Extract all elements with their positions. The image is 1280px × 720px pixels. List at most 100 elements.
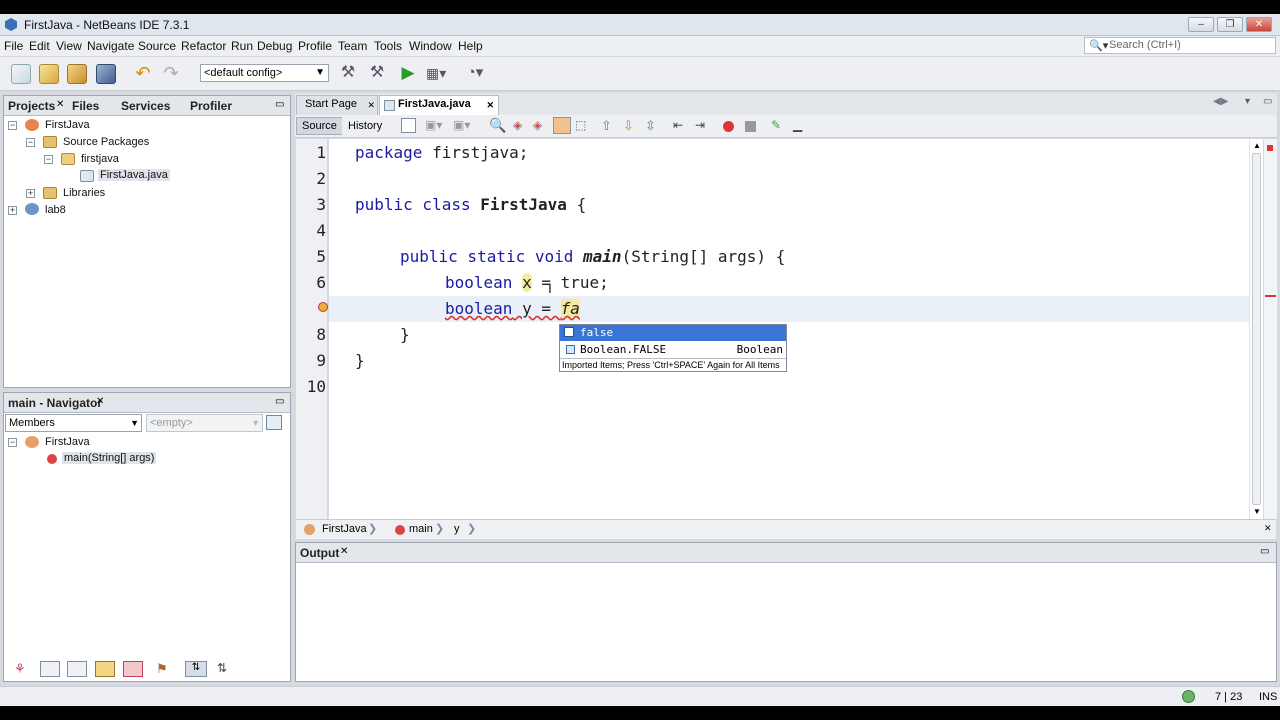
save-all-icon[interactable] (96, 64, 116, 84)
shift-left-icon[interactable]: ⇤ (673, 118, 683, 132)
find-previous-icon[interactable]: ◈ (513, 118, 522, 132)
history-button[interactable]: History (342, 117, 389, 135)
scroll-down-icon[interactable]: ▼ (1253, 507, 1261, 516)
tab-files[interactable]: Files (72, 99, 99, 113)
expand-icon[interactable]: + (26, 189, 35, 198)
shift-right-icon[interactable]: ⇥ (695, 118, 705, 132)
minimize-panel-icon[interactable]: ▭ (1260, 546, 1269, 557)
expand-icon[interactable]: + (8, 206, 17, 215)
next-bookmark-icon[interactable]: ⇩ (623, 118, 634, 134)
toggle-rect-selection-icon[interactable]: ⬚ (575, 118, 586, 132)
menu-debug[interactable]: Debug (257, 39, 292, 53)
profile-icon[interactable]: ◔▾ (465, 64, 485, 84)
output-title[interactable]: Output (300, 546, 339, 560)
menu-edit[interactable]: Edit (29, 39, 50, 53)
show-opened-documents-icon[interactable]: ▾ (1245, 96, 1250, 107)
back-icon[interactable]: ▣▾ (425, 118, 442, 132)
close-icon[interactable]: ✕ (367, 100, 375, 111)
search-input[interactable]: 🔍▾ Search (Ctrl+I) (1084, 37, 1276, 54)
menu-file[interactable]: File (4, 39, 23, 53)
close-button[interactable]: ✕ (1246, 17, 1272, 32)
tab-start-page[interactable]: Start Page ✕ (296, 95, 378, 115)
undo-icon[interactable]: ↶ (133, 64, 153, 84)
run-icon[interactable]: ▶ (398, 64, 418, 84)
last-edit-icon[interactable] (401, 118, 416, 133)
completion-item-false[interactable]: false (560, 325, 786, 341)
breadcrumb-class[interactable]: FirstJava (322, 523, 367, 535)
filter-fields-icon[interactable]: ⚘ (14, 661, 26, 677)
members-select[interactable]: Members ▼ (5, 414, 142, 432)
completion-item-boolean-false[interactable]: Boolean.FALSE Boolean (560, 342, 786, 358)
forward-icon[interactable]: ▣▾ (453, 118, 470, 132)
tab-projects[interactable]: Projects (8, 99, 55, 113)
menu-refactor[interactable]: Refactor (181, 39, 226, 53)
uncomment-icon[interactable]: ▁ (793, 118, 802, 132)
sort-by-name-icon[interactable]: ⇅ (217, 661, 227, 675)
editor-vertical-scrollbar[interactable]: ▲ ▼ (1249, 139, 1263, 519)
close-icon[interactable]: ✕ (486, 100, 494, 111)
close-icon[interactable]: ✕ (340, 546, 348, 557)
menu-window[interactable]: Window (409, 39, 452, 53)
filter-fqn-icon[interactable]: ⚑ (156, 661, 168, 677)
menu-profile[interactable]: Profile (298, 39, 332, 53)
find-icon[interactable]: 🔍 (489, 117, 506, 134)
menu-navigate[interactable]: Navigate (87, 39, 134, 53)
build-icon[interactable]: ⚒ (338, 64, 358, 84)
find-next-icon[interactable]: ◈ (533, 118, 542, 132)
error-status-icon[interactable] (1267, 145, 1273, 151)
start-macro-icon[interactable] (723, 121, 734, 132)
maximize-button[interactable]: ❐ (1217, 17, 1243, 32)
scroll-thumb[interactable] (1252, 153, 1261, 505)
scroll-tabs-left-icon[interactable]: ◀▶ (1213, 96, 1228, 107)
minimize-panel-icon[interactable]: ▭ (275, 396, 284, 407)
redo-icon[interactable]: ↷ (161, 64, 181, 84)
close-icon[interactable]: ✕ (56, 99, 64, 110)
maximize-window-icon[interactable]: ▭ (1263, 96, 1272, 107)
close-icon[interactable]: ✕ (96, 396, 104, 407)
minimize-button[interactable]: – (1188, 17, 1214, 32)
filter-methods-icon[interactable] (123, 661, 143, 677)
toggle-bookmark-icon[interactable]: ⇳ (645, 118, 656, 134)
menu-source[interactable]: Source (138, 39, 176, 53)
navigator-title[interactable]: main - Navigator (8, 396, 102, 410)
collapse-icon[interactable]: − (8, 121, 17, 130)
close-icon[interactable]: ✕ (1264, 523, 1272, 534)
new-file-icon[interactable] (11, 64, 31, 84)
config-select[interactable]: <default config> ▼ (200, 64, 329, 82)
toggle-highlight-icon[interactable] (553, 117, 571, 134)
menu-team[interactable]: Team (338, 39, 367, 53)
new-project-icon[interactable] (39, 64, 59, 84)
scroll-up-icon[interactable]: ▲ (1253, 141, 1261, 150)
collapse-icon[interactable]: − (8, 438, 17, 447)
breadcrumb-variable[interactable]: y (454, 523, 460, 535)
filter-static-icon[interactable] (40, 661, 60, 677)
filter-inherited-icon[interactable] (95, 661, 115, 677)
prev-bookmark-icon[interactable]: ⇧ (601, 118, 612, 134)
comment-icon[interactable]: ✎ (771, 118, 781, 132)
navigator-options-icon[interactable] (266, 415, 282, 430)
menu-view[interactable]: View (56, 39, 82, 53)
collapse-icon[interactable]: − (26, 138, 35, 147)
menu-tools[interactable]: Tools (374, 39, 402, 53)
menu-help[interactable]: Help (458, 39, 483, 53)
completion-type: Boolean (736, 343, 783, 356)
tab-profiler[interactable]: Profiler (190, 99, 232, 113)
tab-services[interactable]: Services (121, 99, 170, 113)
tree-item-label: lab8 (45, 204, 66, 216)
empty-select[interactable]: <empty> ▼ (146, 414, 263, 432)
error-marker[interactable] (1265, 295, 1276, 297)
sort-by-source-icon[interactable]: ⇅ (185, 661, 207, 677)
error-badge-icon[interactable] (318, 302, 328, 312)
breadcrumb-method[interactable]: main (409, 523, 433, 535)
clean-build-icon[interactable]: ⚒ (367, 64, 387, 84)
tab-firstjava[interactable]: FirstJava.java ✕ (379, 95, 499, 115)
filter-nonpublic-icon[interactable] (67, 661, 87, 677)
notifications-icon[interactable] (1182, 690, 1195, 703)
stop-macro-icon[interactable] (745, 121, 756, 132)
open-project-icon[interactable] (67, 64, 87, 84)
collapse-icon[interactable]: − (44, 155, 53, 164)
menu-run[interactable]: Run (231, 39, 253, 53)
debug-icon[interactable]: ▦▾ (426, 64, 446, 84)
source-button[interactable]: Source (296, 117, 343, 135)
minimize-panel-icon[interactable]: ▭ (275, 99, 284, 110)
